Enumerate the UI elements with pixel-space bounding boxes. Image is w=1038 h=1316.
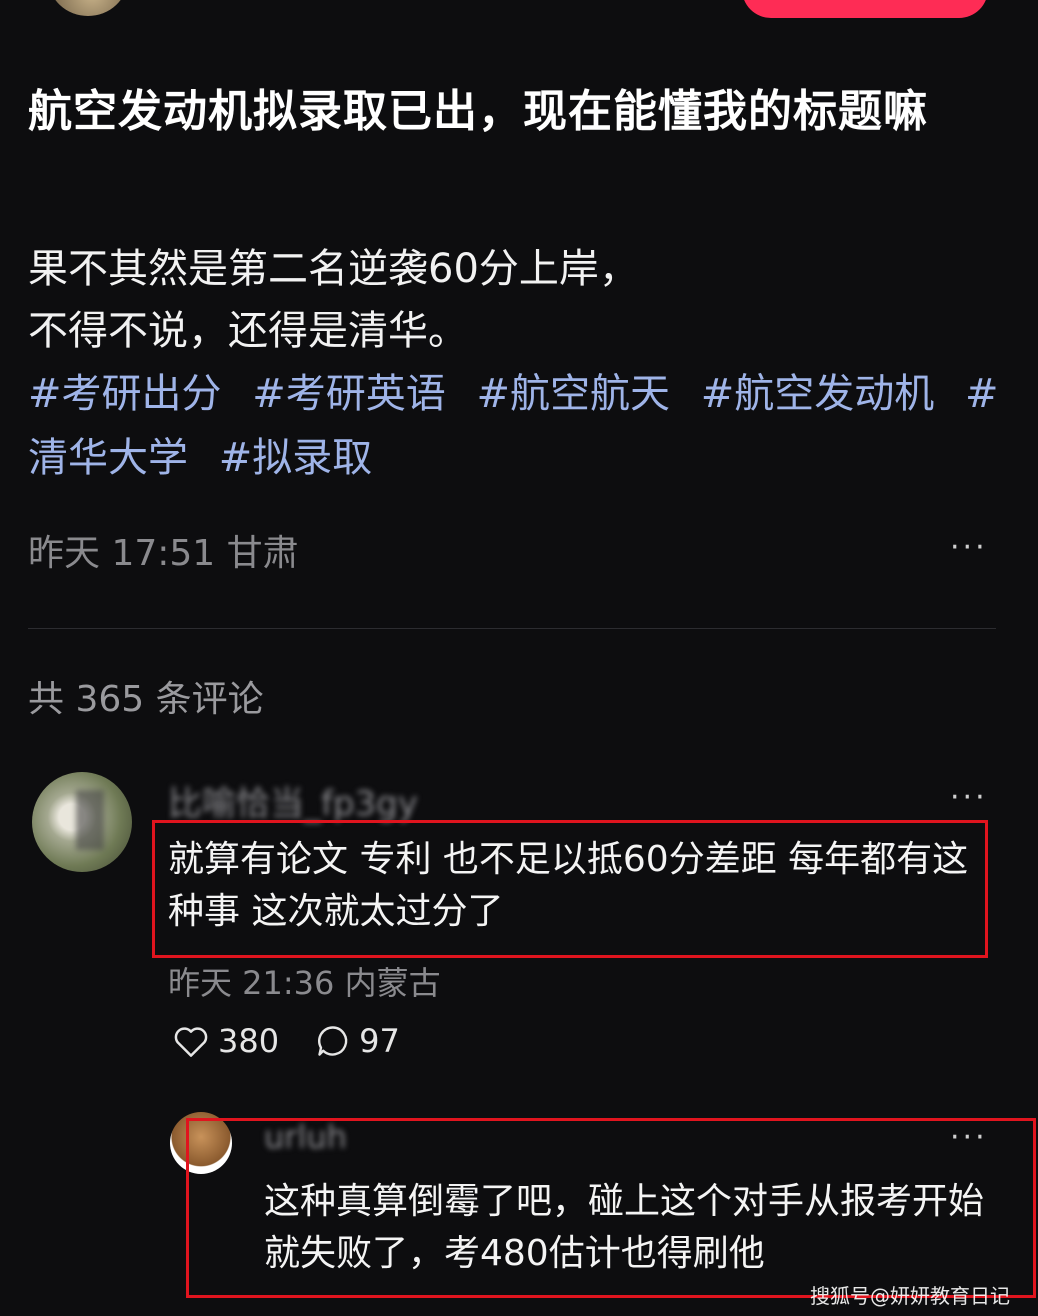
like-count: 380	[218, 1022, 280, 1060]
hashtag-link[interactable]: #航空发动机	[701, 371, 935, 417]
hashtag-link[interactable]: #航空航天	[476, 371, 670, 417]
post-location: 甘肃	[226, 533, 299, 574]
reply-count: 97	[359, 1022, 400, 1060]
hashtag-link[interactable]: #考研出分	[28, 371, 222, 417]
post-meta: 昨天 17:51 甘肃	[28, 524, 299, 576]
comment-count: 共 365 条评论	[28, 679, 264, 720]
comment-bubble-icon	[318, 1026, 348, 1056]
reply-text: 这种真算倒霉了吧，碰上这个对手从报考开始就失败了，考480估计也得刷他	[264, 1181, 985, 1274]
post-time: 昨天 17:51	[28, 533, 216, 574]
commenter-username[interactable]: 比喻恰当_fp3gy	[168, 776, 418, 825]
divider	[28, 628, 996, 629]
follow-button[interactable]	[742, 0, 988, 18]
post-body-line: 果不其然是第二名逆袭60分上岸，	[28, 246, 639, 292]
comment-location: 内蒙古	[344, 964, 441, 1002]
hashtag-list: #考研出分 #考研英语 #航空航天 #航空发动机 #清华大学 #拟录取	[28, 362, 1008, 490]
post-title: 航空发动机拟录取已出，现在能懂我的标题嘛	[28, 86, 928, 137]
post-more-icon[interactable]: ···	[950, 530, 988, 565]
post-body-line: 不得不说，还得是清华。	[28, 308, 468, 354]
comment-actions: 380 97	[172, 1022, 436, 1060]
comment-meta: 昨天 21:36 内蒙古	[168, 958, 441, 1004]
hashtag-link[interactable]: #拟录取	[219, 435, 373, 481]
commenter-avatar[interactable]	[32, 772, 132, 872]
comment-more-icon[interactable]: ···	[950, 780, 988, 815]
post-body: 果不其然是第二名逆袭60分上岸， 不得不说，还得是清华。	[28, 238, 988, 362]
watermark: 搜狐号@妍妍教育日记	[810, 1284, 1010, 1308]
reply-button[interactable]: 97	[315, 1022, 400, 1060]
hashtag-link[interactable]: #考研英语	[252, 371, 446, 417]
like-button[interactable]: 380	[172, 1022, 279, 1060]
heart-icon	[174, 1027, 208, 1057]
comment-time: 昨天 21:36	[168, 964, 335, 1002]
author-avatar[interactable]	[48, 0, 128, 16]
comment-text: 就算有论文 专利 也不足以抵60分差距 每年都有这种事 这次就太过分了	[168, 839, 969, 932]
